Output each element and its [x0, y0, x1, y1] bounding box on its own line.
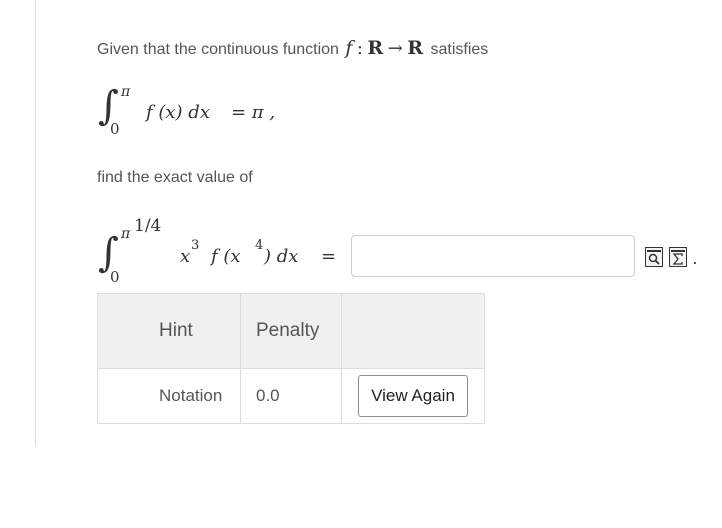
- answer-input[interactable]: [351, 235, 635, 277]
- intro-function: f: [345, 37, 353, 59]
- given-lower-limit: 0: [110, 120, 120, 138]
- target-equals: =: [321, 246, 337, 267]
- table-row: Notation 0.0 View Again: [97, 368, 485, 424]
- integral-sign: ∫: [98, 230, 119, 276]
- target-lower-limit: 0: [110, 268, 120, 286]
- integrand-inner-exponent: 4: [255, 238, 264, 253]
- hint-cell: Notation: [97, 368, 241, 424]
- preview-icon[interactable]: [645, 247, 663, 267]
- hint-column-header: Hint: [97, 293, 241, 369]
- intro-arrow: →: [387, 38, 403, 59]
- left-border: [35, 0, 36, 446]
- given-equals: = π ,: [231, 102, 276, 123]
- problem-intro: Given that the continuous function f : R…: [97, 37, 488, 59]
- view-again-button[interactable]: View Again: [358, 375, 468, 417]
- trailing-dot: [694, 262, 696, 264]
- intro-domain: R: [367, 37, 384, 59]
- target-upper-exponent: 1/4: [134, 216, 162, 236]
- penalty-cell: 0.0: [240, 368, 342, 424]
- equation-editor-icon[interactable]: [669, 247, 687, 267]
- action-column-header: [341, 293, 485, 369]
- integrand-tail: ) dx: [264, 246, 299, 267]
- find-text: find the exact value of: [97, 169, 253, 186]
- magnifier-icon: [647, 250, 661, 265]
- integrand-x: x: [180, 246, 191, 267]
- given-upper-limit: π: [121, 84, 131, 100]
- penalty-column-header: Penalty: [240, 293, 342, 369]
- intro-codomain: R: [407, 37, 424, 59]
- given-integrand: f (x) dx: [146, 102, 210, 123]
- intro-colon: :: [356, 38, 363, 59]
- hint-table: Hint Penalty Notation 0.0 View Again: [97, 293, 485, 424]
- sigma-icon: [671, 250, 685, 265]
- integrand-x-exponent: 3: [191, 238, 200, 253]
- integrand-function: f (x: [211, 246, 241, 267]
- intro-prefix: Given that the continuous function: [97, 41, 339, 58]
- action-cell: View Again: [341, 368, 485, 424]
- intro-suffix: satisfies: [430, 41, 489, 58]
- target-upper-base: π: [121, 226, 131, 242]
- hint-table-header: Hint Penalty: [97, 293, 485, 369]
